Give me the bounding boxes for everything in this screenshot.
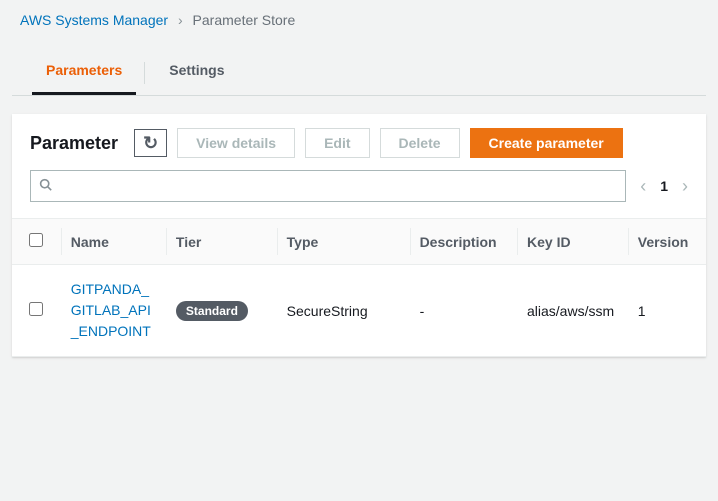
refresh-icon: ↻ xyxy=(143,134,158,152)
view-details-button[interactable]: View details xyxy=(177,128,295,158)
cell-description: - xyxy=(410,265,517,357)
search-box xyxy=(30,170,626,202)
tab-parameters[interactable]: Parameters xyxy=(32,50,136,95)
tab-settings[interactable]: Settings xyxy=(155,50,238,95)
refresh-button[interactable]: ↻ xyxy=(134,129,167,157)
next-page-button[interactable]: › xyxy=(682,176,688,197)
column-version[interactable]: Version xyxy=(628,219,706,265)
column-tier[interactable]: Tier xyxy=(166,219,277,265)
panel-header: Parameter ↻ View details Edit Delete Cre… xyxy=(12,114,706,170)
column-type[interactable]: Type xyxy=(277,219,410,265)
pager: ‹ 1 › xyxy=(640,176,688,197)
table-row: GITPANDA_GITLAB_API_ENDPOINT Standard Se… xyxy=(12,265,706,357)
delete-button[interactable]: Delete xyxy=(380,128,460,158)
parameters-table: Name Tier Type Description Key ID Versio… xyxy=(12,218,706,357)
table-header-row: Name Tier Type Description Key ID Versio… xyxy=(12,219,706,265)
tier-badge: Standard xyxy=(176,301,248,321)
chevron-right-icon: › xyxy=(178,12,183,28)
column-description[interactable]: Description xyxy=(410,219,517,265)
prev-page-button[interactable]: ‹ xyxy=(640,176,646,197)
parameter-name-link[interactable]: GITPANDA_GITLAB_API_ENDPOINT xyxy=(71,279,156,342)
page-number: 1 xyxy=(660,178,668,194)
search-row: ‹ 1 › xyxy=(12,170,706,218)
column-name[interactable]: Name xyxy=(61,219,166,265)
row-checkbox[interactable] xyxy=(29,302,43,316)
cell-type: SecureString xyxy=(277,265,410,357)
parameters-panel: Parameter ↻ View details Edit Delete Cre… xyxy=(12,114,706,357)
breadcrumb-root-link[interactable]: AWS Systems Manager xyxy=(20,12,168,28)
column-keyid[interactable]: Key ID xyxy=(517,219,628,265)
edit-button[interactable]: Edit xyxy=(305,128,369,158)
create-parameter-button[interactable]: Create parameter xyxy=(470,128,623,158)
select-all-checkbox[interactable] xyxy=(29,233,43,247)
cell-version: 1 xyxy=(628,265,706,357)
tab-bar: Parameters Settings xyxy=(12,50,706,96)
page-title: Parameter xyxy=(30,133,118,154)
search-input[interactable] xyxy=(30,170,626,202)
tab-divider xyxy=(144,62,145,84)
breadcrumb: AWS Systems Manager › Parameter Store xyxy=(0,0,718,36)
cell-keyid: alias/aws/ssm xyxy=(517,265,628,357)
breadcrumb-current: Parameter Store xyxy=(193,12,296,28)
